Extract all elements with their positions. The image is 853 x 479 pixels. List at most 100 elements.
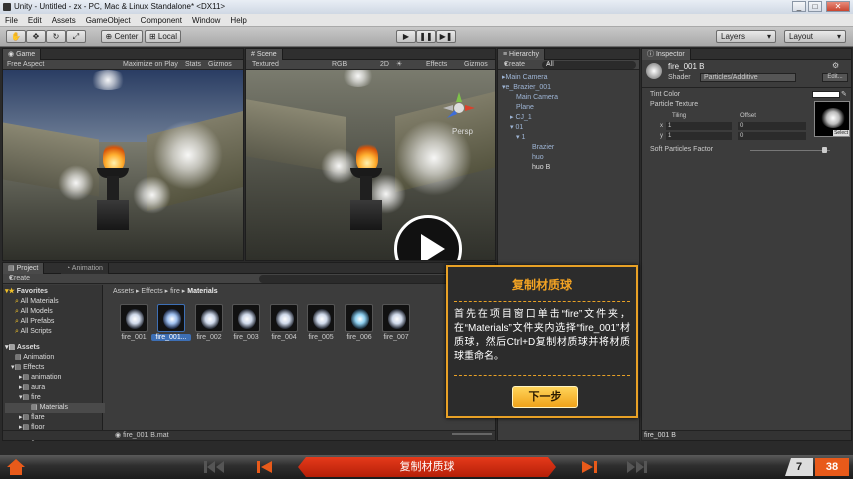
breadcrumb-item[interactable]: Materials bbox=[187, 288, 217, 295]
project-create-dropdown[interactable]: Create ▾ bbox=[9, 274, 30, 284]
hierarchy-search-input[interactable]: ⌕ All bbox=[542, 61, 636, 69]
material-thumb[interactable] bbox=[232, 304, 260, 332]
rgb-dropdown[interactable]: RGB bbox=[332, 60, 347, 70]
tab-animation[interactable]: ◔ Animation bbox=[61, 263, 109, 274]
soft-particles-slider-track[interactable] bbox=[750, 150, 830, 151]
hierarchy-item[interactable]: huo bbox=[502, 153, 558, 163]
hierarchy-item[interactable]: Brazier bbox=[502, 143, 558, 153]
maximize-on-play-toggle[interactable]: Maximize on Play bbox=[123, 60, 178, 70]
menu-edit[interactable]: Edit bbox=[23, 16, 47, 25]
aspect-dropdown[interactable]: Free Aspect bbox=[7, 60, 44, 70]
thumbnail-size-slider[interactable] bbox=[452, 433, 492, 435]
pause-button[interactable]: ❚❚ bbox=[416, 30, 436, 43]
shader-edit-button[interactable]: Edit... bbox=[822, 73, 848, 82]
folder-item[interactable]: ▸▤ aura bbox=[5, 383, 105, 393]
favorite-item[interactable]: ⌕ All Prefabs bbox=[5, 317, 105, 327]
offset-y-field[interactable]: 0 bbox=[738, 132, 806, 140]
folder-item[interactable]: ▾▤ fire bbox=[5, 393, 105, 403]
last-page-icon[interactable] bbox=[626, 460, 648, 474]
persp-label[interactable]: Persp bbox=[452, 127, 473, 136]
project-search-input[interactable] bbox=[259, 275, 449, 283]
hierarchy-item[interactable]: Main Camera bbox=[502, 93, 558, 103]
menu-window[interactable]: Window bbox=[187, 16, 225, 25]
material-thumb[interactable] bbox=[195, 304, 223, 332]
layers-dropdown[interactable]: Layers ▾ bbox=[716, 30, 776, 43]
favorite-item[interactable]: ⌕ All Models bbox=[5, 307, 105, 317]
render-mode-dropdown[interactable]: Textured bbox=[252, 60, 279, 70]
material-thumb[interactable] bbox=[120, 304, 148, 332]
next-page-icon[interactable] bbox=[580, 460, 598, 474]
favorite-item[interactable]: ⌕ All Scripts bbox=[5, 327, 105, 337]
shader-dropdown[interactable]: Particles/Additive bbox=[700, 73, 796, 82]
previous-page-icon[interactable] bbox=[256, 460, 274, 474]
offset-x-field[interactable]: 0 bbox=[738, 122, 806, 130]
game-viewport[interactable] bbox=[3, 70, 243, 260]
close-button[interactable]: ✕ bbox=[826, 1, 850, 12]
material-thumb[interactable] bbox=[382, 304, 410, 332]
breadcrumb-item[interactable]: Assets bbox=[113, 288, 134, 295]
texture-thumbnail[interactable]: Select bbox=[814, 101, 850, 137]
tab-project[interactable]: ▤ Project bbox=[3, 263, 45, 274]
effects-dropdown[interactable]: Effects bbox=[426, 60, 447, 70]
folder-item[interactable]: ▾▤ Effects bbox=[5, 363, 105, 373]
2d-toggle[interactable]: 2D bbox=[380, 60, 389, 70]
scene-gizmo-axis-icon[interactable] bbox=[441, 90, 477, 126]
play-video-button[interactable] bbox=[394, 215, 462, 260]
first-page-icon[interactable] bbox=[203, 460, 225, 474]
material-thumb[interactable] bbox=[270, 304, 298, 332]
tab-hierarchy[interactable]: ≡ Hierarchy bbox=[498, 49, 545, 60]
material-thumb[interactable] bbox=[345, 304, 373, 332]
menu-gameobject[interactable]: GameObject bbox=[81, 16, 136, 25]
breadcrumb-item[interactable]: fire bbox=[170, 288, 180, 295]
scene-gizmos-dropdown[interactable]: Gizmos bbox=[464, 60, 488, 70]
menu-file[interactable]: File bbox=[0, 16, 23, 25]
hierarchy-item[interactable]: huo B bbox=[502, 163, 558, 173]
favorites-header[interactable]: ▾★ Favorites bbox=[5, 287, 105, 297]
maximize-button[interactable]: □ bbox=[808, 1, 822, 12]
material-thumb-selected[interactable] bbox=[157, 304, 185, 332]
step-button[interactable]: ▶❚ bbox=[436, 30, 456, 43]
soft-particles-slider-thumb[interactable] bbox=[822, 147, 827, 153]
stats-toggle[interactable]: Stats bbox=[185, 60, 201, 70]
folder-item[interactable]: ▸▤ animation bbox=[5, 373, 105, 383]
hierarchy-item[interactable]: ▸ CJ_1 bbox=[502, 113, 558, 123]
folder-item[interactable]: ▸▤ flare bbox=[5, 413, 105, 423]
assets-header[interactable]: ▾▤ Assets bbox=[5, 343, 105, 353]
hand-tool-icon[interactable]: ✋ bbox=[6, 30, 26, 43]
tab-game[interactable]: ◉ Game bbox=[3, 49, 42, 60]
menu-assets[interactable]: Assets bbox=[47, 16, 81, 25]
pivot-center-button[interactable]: ⊕ Center bbox=[101, 30, 143, 43]
hierarchy-item[interactable]: ▾ 01 bbox=[502, 123, 558, 133]
favorite-item[interactable]: ⌕ All Materials bbox=[5, 297, 105, 307]
hierarchy-item[interactable]: Plane bbox=[502, 103, 558, 113]
gizmos-toggle[interactable]: Gizmos bbox=[208, 60, 232, 70]
scale-tool-icon[interactable]: ⤢ bbox=[66, 30, 86, 43]
tiling-x-field[interactable]: 1 bbox=[666, 122, 732, 130]
rotate-tool-icon[interactable]: ↻ bbox=[46, 30, 66, 43]
folder-item-selected[interactable]: ▤ Materials bbox=[5, 403, 105, 413]
material-thumb[interactable] bbox=[307, 304, 335, 332]
tab-scene[interactable]: # Scene bbox=[246, 49, 283, 60]
tiling-y-field[interactable]: 1 bbox=[666, 132, 732, 140]
menu-component[interactable]: Component bbox=[136, 16, 187, 25]
menu-help[interactable]: Help bbox=[225, 16, 251, 25]
move-tool-icon[interactable]: ✥ bbox=[26, 30, 46, 43]
next-step-button[interactable]: 下一步 bbox=[512, 386, 578, 408]
tint-color-swatch[interactable] bbox=[812, 91, 840, 98]
pivot-local-button[interactable]: ⊞ Local bbox=[145, 30, 181, 43]
breadcrumb-item[interactable]: Effects bbox=[141, 288, 162, 295]
play-button[interactable]: ▶ bbox=[396, 30, 416, 43]
texture-select-button[interactable]: Select bbox=[833, 130, 849, 136]
scene-viewport[interactable]: Persp bbox=[246, 70, 495, 260]
hierarchy-item[interactable]: ▾ 1 bbox=[502, 133, 558, 143]
hierarchy-item[interactable]: ▸Main Camera bbox=[502, 73, 558, 83]
settings-gear-icon[interactable]: ⚙ bbox=[832, 61, 839, 70]
folder-item[interactable]: ▤ Animation bbox=[5, 353, 105, 363]
layout-dropdown[interactable]: Layout ▾ bbox=[784, 30, 846, 43]
lighting-toggle-icon[interactable]: ☀ bbox=[396, 60, 402, 70]
minimize-button[interactable]: _ bbox=[792, 1, 806, 12]
eyedropper-icon[interactable]: ✎ bbox=[841, 90, 847, 98]
hierarchy-item[interactable]: ▾e_Brazier_001 bbox=[502, 83, 558, 93]
tab-inspector[interactable]: ⓘ Inspector bbox=[642, 49, 691, 60]
home-icon[interactable] bbox=[6, 458, 26, 476]
